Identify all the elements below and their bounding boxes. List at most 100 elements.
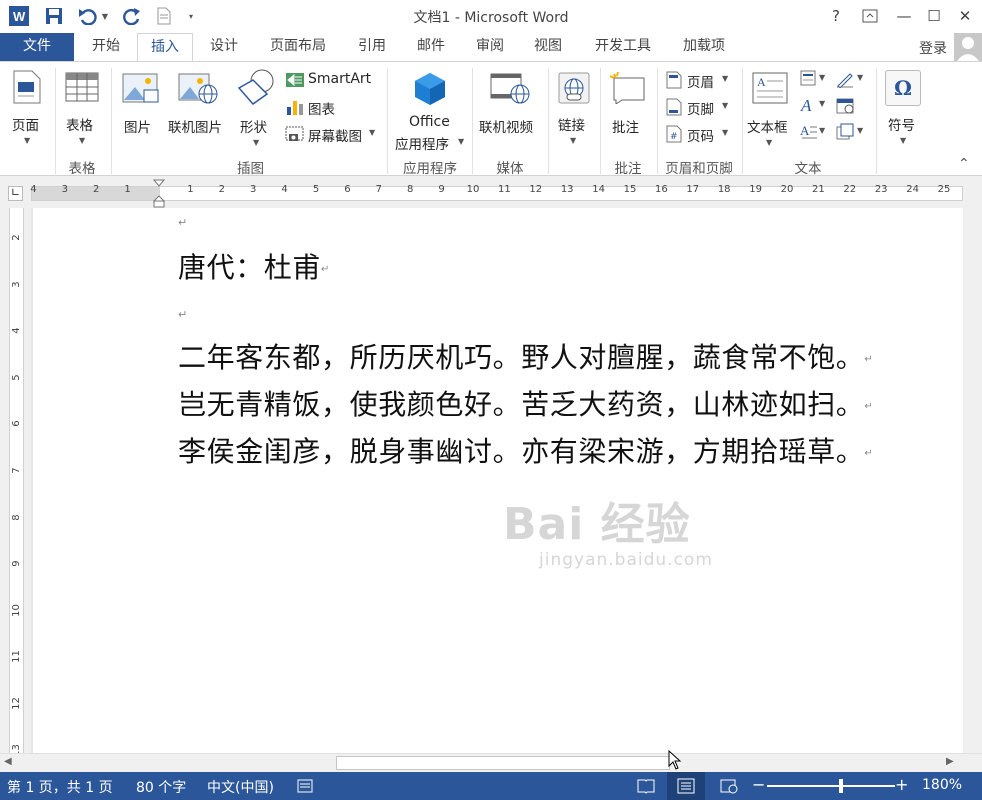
- document-area: 2 3 4 5 6 7 8 9 10 11 12 13 ↵ 唐代：杜甫↵ ↵ 二年客东都，所历厌机巧。…: [0, 208, 982, 753]
- mouse-cursor-icon: [668, 749, 682, 774]
- date-time-icon[interactable]: [836, 96, 858, 116]
- pictures-button[interactable]: 图片: [118, 66, 164, 150]
- page-icon: [13, 70, 41, 104]
- group-divider: [111, 68, 112, 174]
- tab-view[interactable]: 视图: [522, 33, 574, 61]
- ruler-number: 18: [717, 184, 731, 195]
- shapes-label: 形状: [240, 120, 267, 136]
- drop-cap-icon[interactable]: A ▼: [800, 123, 830, 143]
- scrollbar-thumb[interactable]: [336, 756, 670, 770]
- symbol-button[interactable]: Ω 符号 ▼: [880, 66, 926, 150]
- ribbon-display-icon[interactable]: [856, 4, 884, 28]
- collapse-ribbon-icon[interactable]: ⌃: [958, 156, 974, 172]
- horizontal-scrollbar[interactable]: ◀ ▶: [0, 749, 982, 774]
- group-label-header-footer: 页眉和页脚: [665, 161, 733, 177]
- restore-button[interactable]: ☐: [920, 4, 948, 28]
- tab-file[interactable]: 文件: [0, 33, 74, 61]
- vertical-ruler-number: 10: [11, 603, 22, 617]
- tab-references[interactable]: 引用: [346, 33, 398, 61]
- table-button[interactable]: 表格 ▼: [58, 66, 106, 150]
- chevron-down-icon: ▼: [766, 138, 773, 147]
- ruler-number: 3: [250, 184, 257, 195]
- sign-in-link[interactable]: 登录: [919, 38, 947, 58]
- macro-record-icon[interactable]: [297, 778, 313, 798]
- online-pictures-label: 联机图片: [168, 120, 222, 136]
- empty-paragraph[interactable]: ↵: [178, 308, 187, 321]
- help-button[interactable]: ?: [822, 4, 850, 28]
- scroll-left-icon[interactable]: ◀: [4, 756, 12, 767]
- comment-icon: [609, 71, 645, 104]
- tab-insert[interactable]: 插入: [137, 33, 193, 62]
- print-layout-icon[interactable]: [667, 772, 705, 800]
- page-number-label: 页码: [687, 129, 714, 145]
- online-video-button[interactable]: 联机视频: [476, 66, 544, 150]
- tab-developer[interactable]: 开发工具: [583, 33, 663, 61]
- smartart-button[interactable]: SmartArt: [283, 70, 383, 92]
- comment-button[interactable]: 批注: [604, 66, 652, 150]
- online-pictures-button[interactable]: 联机图片: [166, 66, 230, 150]
- vertical-ruler-number: 3: [11, 280, 22, 288]
- status-bar: 第 1 页，共 1 页 80 个字 中文(中国) − + 180%: [0, 772, 982, 800]
- svg-text:A: A: [757, 75, 766, 89]
- scroll-right-icon[interactable]: ▶: [946, 756, 954, 767]
- svg-text:#: #: [670, 132, 678, 142]
- zoom-slider-thumb[interactable]: [839, 779, 843, 793]
- wordart-icon[interactable]: A ▼: [800, 96, 830, 116]
- text-box-button[interactable]: A 文本框 ▼: [746, 66, 794, 150]
- group-label-tables: 表格: [68, 161, 96, 177]
- chevron-down-icon: ▼: [79, 136, 86, 145]
- tab-home[interactable]: 开始: [80, 33, 132, 61]
- close-button[interactable]: ✕: [951, 4, 979, 28]
- paragraph-line[interactable]: 二年客东都，所历厌机巧。野人对膻腥，蔬食常不饱。↵: [178, 336, 873, 376]
- ruler-number: 19: [749, 184, 762, 195]
- apps-label: 应用程序: [395, 137, 449, 153]
- paragraph-line[interactable]: 岂无青精饭，使我颜色好。苦乏大药资，山林迹如扫。↵: [178, 383, 873, 423]
- signature-line-icon[interactable]: ▼: [836, 70, 866, 90]
- zoom-out-button[interactable]: −: [752, 775, 765, 794]
- empty-paragraph[interactable]: ↵: [178, 216, 187, 229]
- omega-icon: Ω: [885, 70, 921, 106]
- zoom-in-button[interactable]: +: [895, 775, 908, 794]
- chart-button[interactable]: 图表: [283, 96, 363, 118]
- web-layout-icon[interactable]: [720, 778, 738, 798]
- footer-button[interactable]: 页脚 ▼: [664, 97, 736, 119]
- pages-button[interactable]: 页面 ▼: [4, 66, 50, 150]
- screenshot-icon: [285, 126, 304, 141]
- page-number-button[interactable]: # 页码 ▼: [664, 124, 736, 146]
- paragraph-line[interactable]: 李侯金闺彦，脱身事幽讨。亦有梁宋游，方期拾瑶草。↵: [178, 430, 873, 470]
- ruler-number: 24: [906, 184, 919, 195]
- tab-page-layout[interactable]: 页面布局: [260, 33, 336, 61]
- shapes-button[interactable]: 形状 ▼: [232, 66, 280, 150]
- tab-selector-icon[interactable]: ∟: [8, 186, 23, 201]
- minimize-button[interactable]: —: [890, 4, 918, 28]
- links-button[interactable]: 链接 ▼: [552, 66, 596, 150]
- indent-marker-icon[interactable]: [152, 178, 166, 208]
- office-apps-button[interactable]: Office 应用程序 ▼: [392, 66, 468, 154]
- avatar[interactable]: [954, 33, 982, 61]
- header-button[interactable]: 页眉 ▼: [664, 70, 736, 92]
- horizontal-ruler: ∟ 4 3 2 1 1 2 3 4 5 6 7 8 9 10 11 12 13 14 15 16 17 18 19 20 21 2…: [0, 176, 982, 208]
- group-divider: [876, 68, 877, 174]
- page-count[interactable]: 第 1 页，共 1 页: [7, 777, 113, 797]
- word-count[interactable]: 80 个字: [136, 777, 186, 797]
- tab-mailings[interactable]: 邮件: [405, 33, 457, 61]
- document-page[interactable]: ↵ 唐代：杜甫↵ ↵ 二年客东都，所历厌机巧。野人对膻腥，蔬食常不饱。↵ 岂无青…: [33, 208, 963, 753]
- language-indicator[interactable]: 中文(中国): [207, 777, 274, 797]
- ruler-number: 4: [281, 184, 288, 195]
- ruler-number: 14: [592, 184, 605, 195]
- paragraph-author[interactable]: 唐代：杜甫↵: [178, 246, 330, 286]
- tab-review[interactable]: 审阅: [464, 33, 516, 61]
- tab-addins[interactable]: 加载项: [672, 33, 736, 61]
- zoom-level[interactable]: 180%: [922, 777, 962, 793]
- zoom-slider[interactable]: [767, 779, 895, 793]
- vertical-scrollbar[interactable]: [963, 208, 982, 753]
- screenshot-button[interactable]: 屏幕截图 ▼: [283, 123, 383, 145]
- tab-design[interactable]: 设计: [198, 33, 250, 61]
- ruler-number: 12: [529, 184, 543, 195]
- read-mode-icon[interactable]: [637, 778, 655, 798]
- shapes-icon: [237, 69, 274, 106]
- ruler-number: 1: [187, 184, 194, 195]
- object-icon[interactable]: ▼: [836, 123, 866, 143]
- quick-parts-icon[interactable]: ▼: [800, 70, 830, 90]
- group-divider: [600, 68, 601, 174]
